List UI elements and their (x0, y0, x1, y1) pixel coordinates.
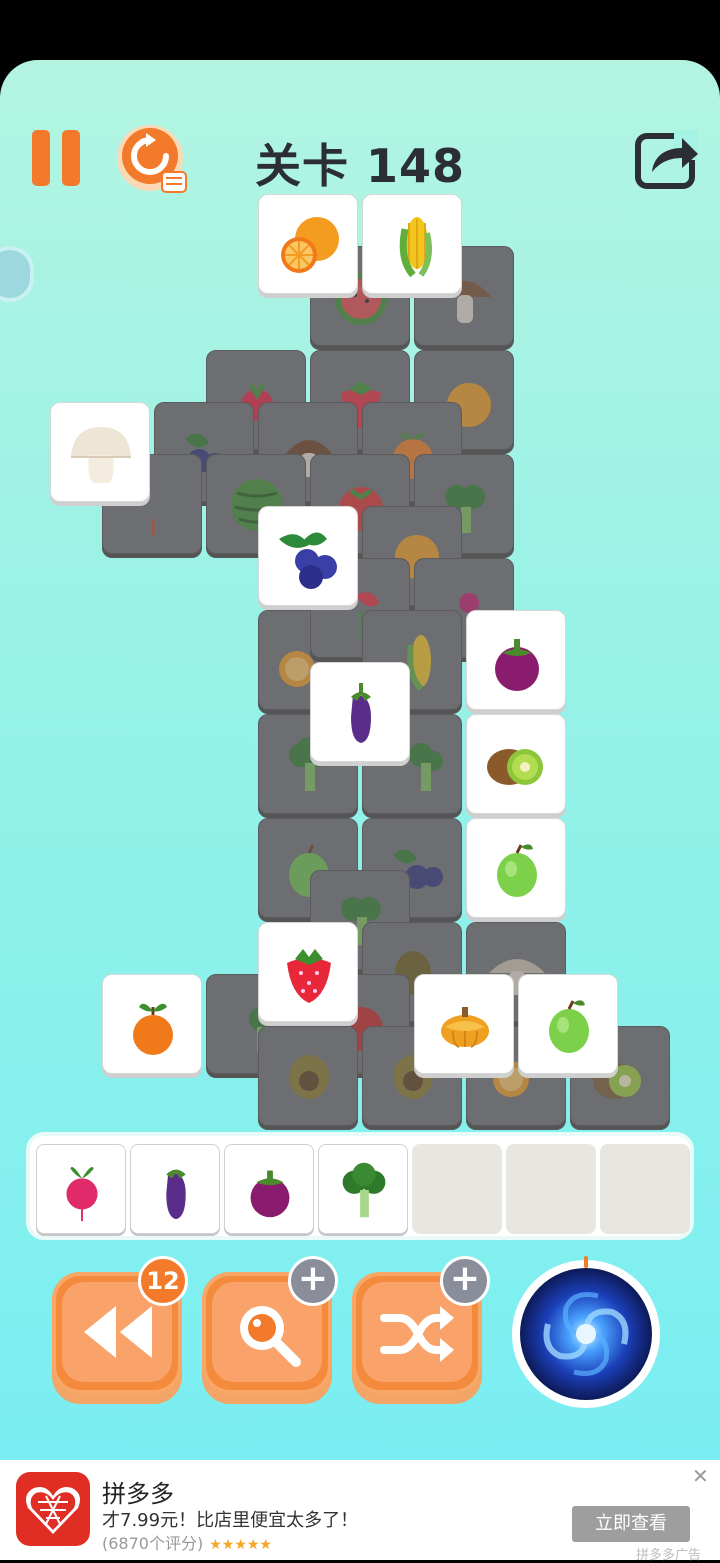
tray-slot (36, 1144, 126, 1234)
restart-button[interactable] (116, 124, 192, 196)
tray-slot (130, 1144, 220, 1234)
tile-guava[interactable] (466, 818, 566, 918)
pause-button[interactable] (30, 128, 86, 188)
mushroom-icon (71, 427, 131, 483)
tray-slot (224, 1144, 314, 1234)
ad-rating: (6870个评分) ★★★★★ (102, 1530, 272, 1554)
tray-slot (318, 1144, 408, 1234)
tile-strawberry[interactable] (258, 922, 358, 1022)
guava-icon (497, 844, 537, 897)
restart-icon (117, 125, 187, 193)
pinduoduo-logo (16, 1472, 90, 1546)
tray-slot-empty (600, 1144, 690, 1234)
guava-icon (549, 1000, 589, 1053)
shuffle-add-badge[interactable]: + (440, 1256, 490, 1306)
collection-tray (26, 1132, 694, 1240)
tile-guava[interactable] (518, 974, 618, 1074)
share-icon (635, 130, 698, 189)
share-button[interactable] (634, 130, 700, 190)
tile-covered (258, 1026, 358, 1126)
tile-pumpkin[interactable] (414, 974, 514, 1074)
radish-icon (66, 1167, 98, 1222)
ad-cta-button[interactable]: 立即查看 (572, 1506, 690, 1542)
broccoli-icon (342, 1162, 386, 1218)
ad-rating-count: (6870个评分) (102, 1534, 204, 1553)
galaxy-icon (543, 1292, 629, 1376)
ad-tagline: 才7.99元！比店里便宜太多了！ (102, 1510, 359, 1531)
magnifier-icon (240, 1306, 301, 1367)
level-title: 关卡 148 (254, 139, 466, 193)
blackhole-button[interactable] (512, 1256, 660, 1408)
tile-eggplant[interactable] (310, 662, 410, 762)
kiwi-icon (487, 749, 543, 785)
tile-corn[interactable] (362, 194, 462, 294)
mangosteen-icon (495, 639, 539, 691)
tile-mangosteen[interactable] (466, 610, 566, 710)
eggplant-icon (351, 683, 371, 743)
shuffle-icon (380, 1306, 454, 1362)
side-bubble[interactable] (0, 246, 34, 302)
tray-slot-empty (506, 1144, 596, 1234)
orange-icon (281, 217, 339, 273)
star-rating-icon: ★★★★★ (209, 1537, 272, 1553)
strawberry-icon (287, 949, 331, 1003)
rewind-icon (84, 1306, 152, 1358)
tangerine-icon (133, 1003, 173, 1055)
tile-blueberry[interactable] (258, 506, 358, 606)
eggplant-icon (166, 1169, 186, 1220)
ad-app-name: 拼多多 (102, 1480, 174, 1508)
tray-slot-empty (412, 1144, 502, 1234)
close-icon[interactable]: ✕ (692, 1466, 709, 1486)
blueberry-icon (279, 532, 337, 589)
undo-count-badge: 12 (138, 1256, 188, 1306)
pumpkin-icon (441, 1007, 489, 1048)
tile-mushroom[interactable] (50, 402, 150, 502)
tile-kiwi[interactable] (466, 714, 566, 814)
mangosteen-icon (250, 1170, 290, 1218)
ad-source-label: 拼多多广告 (636, 1548, 702, 1563)
avocado-icon (289, 1055, 329, 1099)
magnifier-add-badge[interactable]: + (288, 1256, 338, 1306)
tile-tangerine[interactable] (102, 974, 202, 1074)
tile-orange[interactable] (258, 194, 358, 294)
app-logo-icon (26, 1487, 80, 1534)
corn-icon (399, 217, 432, 278)
ad-banner[interactable]: 拼多多 才7.99元！比店里便宜太多了！ (6870个评分) ★★★★★ 立即查看… (0, 1460, 720, 1563)
game-screen: 关卡 148 12 + + (0, 60, 720, 1460)
